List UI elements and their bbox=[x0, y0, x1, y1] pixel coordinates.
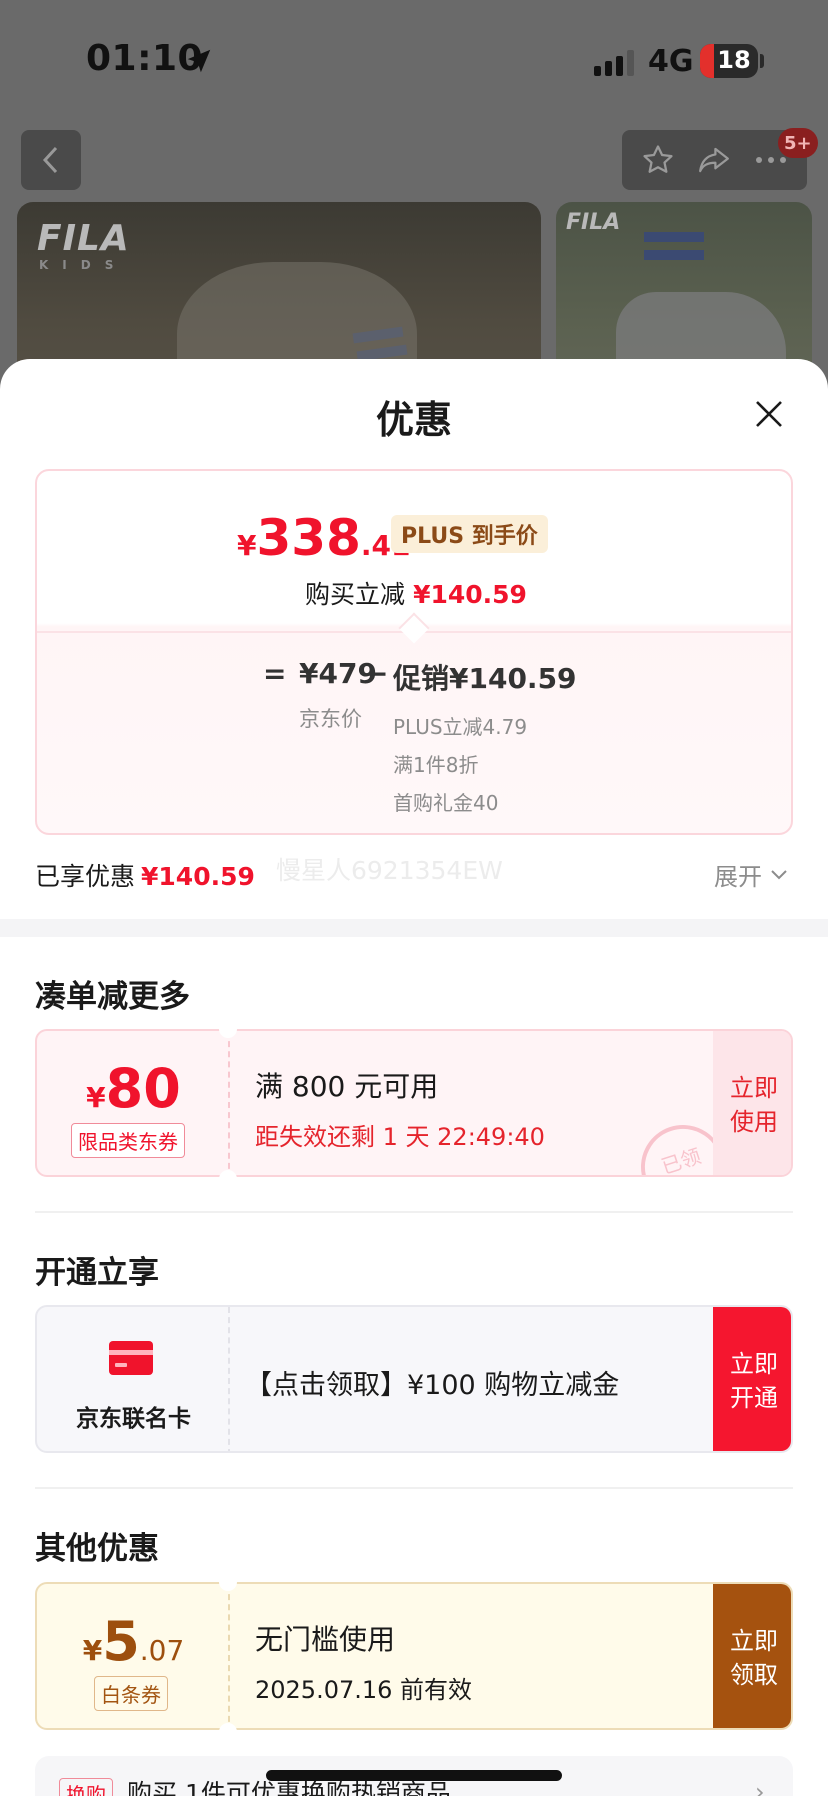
battery-level: 18 bbox=[717, 46, 751, 74]
claim-now-button[interactable]: 立即 领取 bbox=[713, 1584, 791, 1728]
sheet-title: 优惠 bbox=[375, 398, 452, 442]
price-integer: 338 bbox=[256, 509, 361, 567]
network-type: 4G bbox=[648, 44, 694, 79]
section-title-open-enjoy: 开通立享 bbox=[35, 1255, 159, 1291]
share-button[interactable] bbox=[692, 138, 736, 182]
back-button[interactable] bbox=[21, 130, 81, 190]
coupon-notch bbox=[219, 1020, 237, 1038]
coupon-currency: ¥ bbox=[82, 1634, 103, 1667]
expand-button[interactable]: 展开 bbox=[714, 857, 788, 892]
coupon-type-tag: 白条券 bbox=[94, 1676, 168, 1711]
section-gap bbox=[0, 919, 828, 937]
coupon-baitiao[interactable]: ¥5.07 白条券 无门槛使用 2025.07.16 前有效 立即领取 bbox=[35, 1582, 793, 1730]
promo-detail: 首购礼金40 bbox=[393, 791, 499, 815]
chevron-down-icon bbox=[771, 869, 787, 879]
trade-in-tag: 换购 bbox=[59, 1778, 113, 1796]
section-title-other: 其他优惠 bbox=[35, 1531, 159, 1567]
action-label: 领取 bbox=[730, 1661, 778, 1689]
coupon-expiry: 2025.07.16 前有效 bbox=[255, 1676, 473, 1704]
enjoyed-value: ¥140.59 bbox=[141, 862, 255, 891]
coupon-type-tag: 限品类东券 bbox=[71, 1123, 185, 1158]
use-now-button[interactable]: 立即 使用 bbox=[713, 1031, 791, 1175]
action-label: 开通 bbox=[730, 1384, 778, 1412]
card-offer-text: 【点击领取】¥100 购物立减金 bbox=[245, 1370, 620, 1401]
price-breakdown-card: ¥338.41 PLUS 到手价 购买立减 ¥140.59 = ¥479 京东价 … bbox=[35, 469, 793, 835]
brand-logo-sub: KIDS bbox=[39, 258, 128, 272]
divider-notch bbox=[398, 612, 430, 644]
watermark-text: 慢星人6921354EW bbox=[276, 856, 503, 885]
enjoyed-discount: 已享优惠 ¥140.59 bbox=[35, 857, 255, 893]
promo-value: 促销¥140.59 bbox=[393, 662, 577, 695]
coupon-value-panel: ¥5.07 白条券 bbox=[37, 1584, 230, 1728]
discount-sheet: 优惠 ¥338.41 PLUS 到手价 购买立减 ¥140.59 = ¥479 京… bbox=[0, 359, 828, 1796]
more-dots-icon bbox=[755, 157, 786, 163]
signal-icon bbox=[594, 50, 634, 76]
coupon-amount: ¥80 bbox=[37, 1057, 230, 1120]
close-button[interactable] bbox=[748, 393, 790, 435]
action-label: 立即 bbox=[730, 1074, 778, 1102]
minus-sign: − bbox=[365, 657, 389, 690]
enjoyed-label: 已享优惠 bbox=[35, 862, 136, 891]
coupon-amount-decimal: .07 bbox=[139, 1634, 185, 1667]
coupon-currency: ¥ bbox=[86, 1081, 106, 1114]
promo-detail: 满1件8折 bbox=[393, 753, 479, 777]
close-icon bbox=[756, 401, 782, 427]
final-price: ¥338.41 bbox=[237, 509, 410, 567]
sock-stripe bbox=[644, 232, 704, 242]
divider bbox=[35, 1487, 793, 1489]
section-title-more-orders: 凑单减更多 bbox=[35, 979, 190, 1015]
chevron-right-icon: › bbox=[755, 1778, 765, 1796]
coupon-condition: 满 800 元可用 bbox=[255, 1070, 439, 1103]
coupon-amount: ¥5.07 bbox=[37, 1610, 230, 1673]
coupon-amount-value: 80 bbox=[105, 1057, 181, 1120]
credit-card-icon bbox=[109, 1341, 153, 1375]
instant-discount: 购买立减 ¥140.59 bbox=[37, 575, 791, 611]
promo-detail: PLUS立减4.79 bbox=[393, 715, 528, 739]
sock-stripe bbox=[644, 250, 704, 260]
card-label: 京东联名卡 bbox=[76, 1406, 191, 1432]
brand-logo: FILA bbox=[37, 218, 130, 259]
notification-badge: 5+ bbox=[778, 128, 818, 158]
open-now-button[interactable]: 立即 开通 bbox=[713, 1307, 791, 1451]
card-panel: 京东联名卡 bbox=[37, 1307, 230, 1451]
action-label: 立即 bbox=[730, 1350, 778, 1378]
coupon-expiry-countdown: 距失效还剩 1 天 22:49:40 bbox=[255, 1123, 545, 1151]
battery-tip bbox=[760, 54, 764, 68]
brand-logo-thumb: FILA bbox=[566, 210, 621, 235]
plus-price-badge: PLUS 到手价 bbox=[391, 515, 548, 553]
action-label: 使用 bbox=[730, 1108, 778, 1136]
divider bbox=[35, 1211, 793, 1213]
battery-icon: 18 bbox=[700, 44, 758, 78]
coupon-amount-value: 5 bbox=[102, 1610, 140, 1673]
chevron-left-icon bbox=[42, 146, 58, 174]
coupon-value-panel: ¥80 限品类东券 bbox=[37, 1031, 230, 1175]
action-label: 立即 bbox=[730, 1627, 778, 1655]
coupon-jd-category[interactable]: ¥80 限品类东券 满 800 元可用 距失效还剩 1 天 22:49:40 已… bbox=[35, 1029, 793, 1177]
coupon-notch bbox=[219, 1573, 237, 1591]
instant-discount-label: 购买立减 bbox=[305, 580, 406, 609]
star-icon bbox=[643, 145, 673, 173]
price-currency: ¥ bbox=[237, 529, 257, 562]
location-arrow-icon bbox=[187, 49, 211, 73]
share-icon bbox=[699, 147, 730, 173]
status-bar: 01:10 4G 18 bbox=[0, 0, 828, 120]
favorite-button[interactable] bbox=[636, 138, 680, 182]
coupon-notch bbox=[219, 1170, 237, 1188]
jd-price-label: 京东价 bbox=[299, 707, 362, 731]
equals-sign: = bbox=[263, 657, 287, 690]
expand-label: 展开 bbox=[714, 863, 762, 891]
coupon-condition: 无门槛使用 bbox=[255, 1623, 396, 1656]
co-branded-card-offer[interactable]: 京东联名卡 【点击领取】¥100 购物立减金 立即开通 bbox=[35, 1305, 793, 1453]
coupon-notch bbox=[219, 1723, 237, 1741]
home-indicator bbox=[266, 1770, 562, 1781]
instant-discount-value: ¥140.59 bbox=[413, 580, 527, 609]
